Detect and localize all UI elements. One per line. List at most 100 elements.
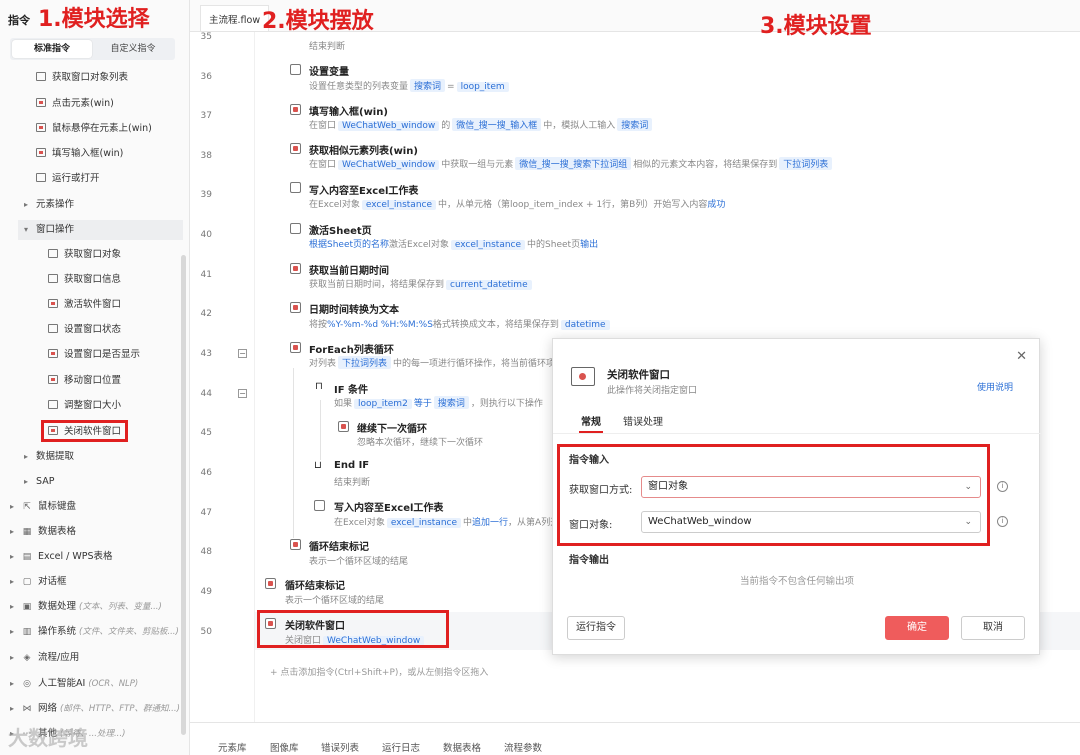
add-command-hint[interactable]: + 点击添加指令(Ctrl+Shift+P)，或从左侧指令区拖入 (270, 665, 488, 678)
info-icon[interactable]: i (997, 481, 1008, 492)
step-43-title[interactable]: ForEach列表循环 (309, 341, 394, 356)
sidebar-item-click-element[interactable]: 点击元素(win) (36, 94, 114, 114)
loop-guide-line (293, 368, 294, 538)
tab-error-list[interactable]: 错误列表 (321, 740, 359, 754)
close-window-icon (571, 367, 595, 386)
sidebar-group-element-ops[interactable]: ▸ 元素操作 (24, 195, 74, 215)
highlight-box-placed-step (257, 610, 449, 648)
highlight-box-command-input (557, 444, 990, 546)
output-section-label: 指令输出 (569, 555, 609, 566)
info-icon[interactable]: i (997, 516, 1008, 527)
fold-toggle-foreach[interactable]: − (238, 349, 247, 358)
caret-down-icon: ▾ (24, 225, 29, 234)
sidebar-group-os[interactable]: ▸ ▥ 操作系统 (文件、文件夹、剪贴板...) (10, 622, 179, 642)
table-icon: ▦ (22, 527, 32, 537)
step-40-title[interactable]: 激活Sheet页 (309, 222, 372, 237)
confirm-button[interactable]: 确定 (885, 616, 949, 640)
sidebar-item-hover-element[interactable]: 鼠标悬停在元素上(win) (36, 119, 152, 139)
line-gutter (190, 32, 255, 722)
tab-data-table[interactable]: 数据表格 (443, 740, 481, 754)
sidebar-group-window-ops[interactable]: ▾ 窗口操作 (18, 220, 183, 240)
sidebar-item-fill-input[interactable]: 填写输入框(win) (36, 144, 123, 164)
step-37-title[interactable]: 填写输入框(win) (309, 103, 388, 118)
sidebar-item-run-open[interactable]: 运行或打开 (36, 169, 100, 189)
line-number: 35 (200, 32, 212, 42)
excel-write-icon (314, 500, 325, 511)
step-42-title[interactable]: 日期时间转换为文本 (309, 301, 399, 316)
help-link[interactable]: 使用说明 (977, 380, 1013, 393)
excel-write-icon (290, 182, 301, 193)
sidebar-item-set-window-visible[interactable]: 设置窗口是否显示 (48, 345, 140, 365)
sidebar-group-flow-app[interactable]: ▸ ◈ 流程/应用 (10, 648, 79, 668)
line-number: 48 (200, 547, 212, 557)
sidebar-item-activate-window[interactable]: 激活软件窗口 (48, 295, 121, 315)
caret-right-icon: ▸ (24, 452, 29, 461)
sidebar-item-get-window-list[interactable]: 获取窗口对象列表 (36, 68, 128, 88)
sidebar-group-data-extract[interactable]: ▸ 数据提取 (24, 447, 74, 467)
tab-run-log[interactable]: 运行日志 (382, 740, 420, 754)
dialog-subtitle: 此操作将关闭指定窗口 (607, 386, 698, 396)
fold-toggle-if[interactable]: − (238, 389, 247, 398)
tab-general[interactable]: 常规 (581, 413, 601, 428)
tab-error-handling[interactable]: 错误处理 (623, 413, 663, 428)
sidebar-group-data-processing[interactable]: ▸ ▣ 数据处理 (文本、列表、变量...) (10, 597, 162, 617)
sidebar-group-sap[interactable]: ▸ SAP (24, 472, 54, 492)
line-number: 42 (200, 309, 212, 319)
step-46-title[interactable]: End IF (334, 460, 369, 471)
step-49-desc: 表示一个循环区域的结尾 (285, 596, 385, 606)
sidebar-item-move-window[interactable]: 移动窗口位置 (48, 371, 121, 391)
tab-element-library[interactable]: 元素库 (218, 740, 247, 754)
step-42-desc: 将按%Y-%m-%d %H:%M:%S格式转换成文本，将结果保存到 datetim… (309, 317, 612, 330)
step-45-title[interactable]: 继续下一次循环 (357, 420, 427, 435)
set-variable-icon (290, 64, 301, 75)
sidebar-item-get-window[interactable]: 获取窗口对象 (48, 245, 121, 265)
sidebar-item-get-window-info[interactable]: 获取窗口信息 (48, 270, 121, 290)
continue-loop-icon (338, 421, 349, 432)
ai-icon: ◎ (23, 679, 31, 689)
step-39-title[interactable]: 写入内容至Excel工作表 (309, 182, 418, 197)
datetime-to-text-icon (290, 302, 301, 313)
close-icon[interactable]: ✕ (1016, 349, 1027, 364)
similar-elements-icon (290, 143, 301, 154)
highlight-box-sidebar-close-window (41, 420, 128, 442)
fill-input-icon (290, 104, 301, 115)
loop-end-icon (290, 539, 301, 550)
sidebar-group-excel[interactable]: ▸ ▤ Excel / WPS表格 (10, 547, 113, 567)
step-38-title[interactable]: 获取相似元素列表(win) (309, 142, 418, 157)
tab-image-library[interactable]: 图像库 (270, 740, 299, 754)
resize-window-icon (48, 400, 58, 409)
step-47-title[interactable]: 写入内容至Excel工作表 (334, 499, 443, 514)
sidebar-group-ai[interactable]: ▸ ◎ 人工智能AI (OCR、NLP) (10, 674, 138, 694)
sidebar-group-dialog[interactable]: ▸ ▢ 对话框 (10, 572, 67, 592)
step-49-title[interactable]: 循环结束标记 (285, 577, 345, 592)
tab-main-flow[interactable]: 主流程.flow (200, 5, 270, 31)
sidebar-group-data-table[interactable]: ▸ ▦ 数据表格 (10, 522, 76, 542)
step-41-title[interactable]: 获取当前日期时间 (309, 262, 389, 277)
caret-right-icon: ▸ (24, 200, 29, 209)
window-list-icon (36, 72, 46, 81)
run-command-button[interactable]: 运行指令 (567, 616, 625, 640)
sidebar-item-resize-window[interactable]: 调整窗口大小 (48, 396, 121, 416)
sidebar-group-mouse-keyboard[interactable]: ▸ ⇱ 鼠标键盘 (10, 497, 76, 517)
annotation-step3: 3.模块设置 (760, 14, 872, 39)
data-processing-icon: ▣ (22, 602, 32, 612)
network-icon: ⋈ (22, 704, 32, 714)
step-44-desc: 如果 loop_item2 等于 搜索词 ，则执行以下操作 (334, 396, 543, 409)
sidebar-scrollbar[interactable] (181, 255, 186, 735)
tab-custom-commands[interactable]: 自定义指令 (93, 40, 173, 58)
tab-flow-params[interactable]: 流程参数 (504, 740, 542, 754)
step-44-title[interactable]: IF 条件 (334, 381, 368, 396)
line-number: 41 (200, 270, 212, 280)
line-number: 36 (200, 72, 212, 82)
layers-icon: ◈ (23, 653, 31, 663)
step-36-title[interactable]: 设置变量 (309, 63, 349, 78)
sidebar-group-network[interactable]: ▸ ⋈ 网络 (邮件、HTTP、FTP、群通知...) (10, 699, 180, 719)
step-41-desc: 获取当前日期时间，将结果保存到 current_datetime (309, 277, 534, 290)
sidebar-item-set-window-state[interactable]: 设置窗口状态 (48, 320, 121, 340)
end-if-icon: ⊔ (314, 460, 322, 471)
bottom-panel-tabs: 元素库 图像库 错误列表 运行日志 数据表格 流程参数 (190, 722, 1080, 755)
step-48-title[interactable]: 循环结束标记 (309, 538, 369, 553)
cancel-button[interactable]: 取消 (961, 616, 1025, 640)
tab-standard-commands[interactable]: 标准指令 (12, 40, 92, 58)
step-37-desc: 在窗口 WeChatWeb_window 的微信_搜一搜_输入框 中，模拟人工输入 搜索… (309, 118, 654, 131)
